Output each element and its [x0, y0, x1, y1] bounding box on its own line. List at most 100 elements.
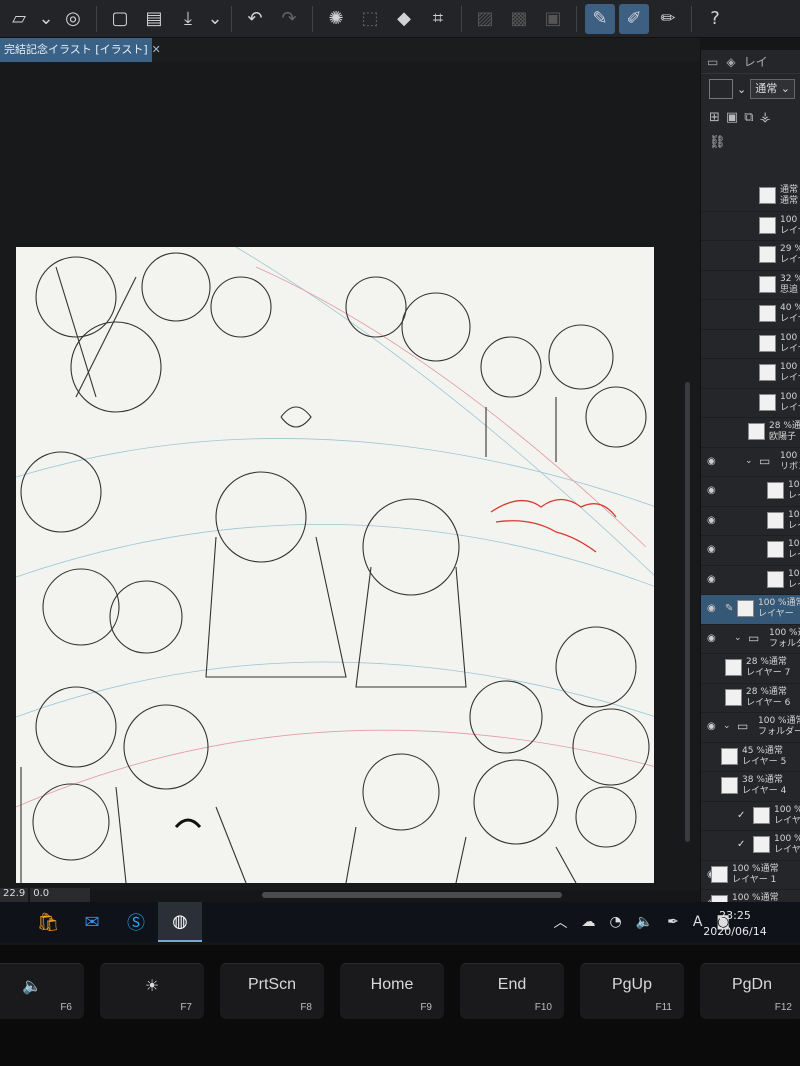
vertical-scrollbar[interactable] [685, 382, 690, 842]
layer-thumbnail[interactable] [737, 600, 754, 617]
visibility-eye-icon[interactable]: ◉ [707, 633, 716, 644]
layer-row[interactable]: ✓ 100 %通常レイヤー [701, 802, 800, 831]
layer-row[interactable]: 28 %通常 レイヤー 6 [701, 684, 800, 713]
key-f6[interactable]: 🔈 F6 [0, 963, 84, 1019]
document-tab[interactable]: 完結記念イラスト [イラスト] ✕ [0, 38, 161, 62]
border-icon[interactable]: ▣ [538, 4, 568, 34]
layer-thumbnail[interactable] [767, 541, 784, 558]
layer-thumbnail[interactable] [721, 747, 738, 765]
key-f8[interactable]: PrtScn F8 [220, 963, 324, 1019]
zoom-readout[interactable]: 22.9 [0, 888, 29, 902]
clip-studio-icon[interactable]: ◍ [158, 902, 202, 942]
brush-tool-icon[interactable]: ✐ [619, 3, 649, 34]
canvas-area[interactable] [0, 62, 700, 890]
new-folder-icon[interactable]: ▣ [726, 110, 738, 129]
layer-row[interactable]: 28 %通常欧陽子 [701, 418, 800, 448]
layer-row[interactable]: ✓ 100 %通常レイヤー [701, 831, 800, 861]
layer-row[interactable]: ◉ 100 %通常レイヤー [701, 477, 800, 507]
layers-icon[interactable]: ◈ [726, 55, 735, 69]
chevron-up-icon[interactable]: ︿ [553, 912, 567, 932]
layer-row[interactable]: 45 %通常 レイヤー 5 [701, 743, 800, 772]
fill-icon[interactable]: ◆ [389, 4, 419, 34]
wifi-icon[interactable]: ◔ [609, 914, 621, 930]
layer-row[interactable]: 28 %通常 レイヤー 7 [701, 654, 800, 684]
layer-row[interactable]: ◉ 100 %通常レイヤー [701, 507, 800, 536]
volume-icon[interactable]: 🔈 [636, 914, 653, 930]
invert-icon[interactable]: ▩ [504, 4, 534, 34]
blend-mode-select[interactable]: 通常 ⌄ [750, 79, 795, 99]
clock[interactable]: 23:25 2020/06/14 [700, 908, 770, 940]
layer-row[interactable]: 100 %通常レイヤー [701, 330, 800, 359]
layer-folder-row[interactable]: ◉ ⌄ ▭ 100 %通常フォルダー [701, 713, 800, 743]
layer-thumbnail[interactable] [711, 865, 728, 883]
lock-icon[interactable]: ⛓ [709, 135, 726, 154]
clip-studio-icon[interactable]: ◎ [58, 4, 88, 34]
layer-thumbnail[interactable] [759, 187, 776, 204]
chevron-down-icon[interactable]: ⌄ [723, 721, 731, 731]
layer-row[interactable]: ◉ ✎ 100 %通常 レイヤー [701, 595, 800, 625]
layer-row[interactable]: 38 %通常 レイヤー 4 [701, 772, 800, 802]
open-folder-icon[interactable]: ▤ [139, 4, 169, 34]
layer-thumbnail[interactable] [759, 275, 776, 293]
new-layer-icon[interactable]: ⊞ [709, 110, 720, 129]
visibility-eye-icon[interactable]: ◉ [707, 721, 716, 732]
layer-row[interactable]: ◉100 %通常レイヤー 317 [701, 890, 800, 902]
layer-thumbnail[interactable] [759, 334, 776, 352]
visibility-eye-icon[interactable]: ◉ [707, 603, 716, 614]
key-f7[interactable]: ☀ F7 [100, 963, 204, 1019]
new-canvas-icon[interactable]: ▱ [4, 4, 34, 34]
rotation-readout[interactable]: 0.0 [30, 888, 91, 902]
layer-thumbnail[interactable] [767, 482, 784, 499]
layer-row[interactable]: 100 %通常レイヤー [701, 212, 800, 241]
mail-icon[interactable]: ✉ [70, 902, 114, 942]
visibility-eye-icon[interactable]: ◉ [707, 456, 716, 467]
layer-row[interactable]: 100 %通常レイヤー [701, 359, 800, 389]
check-icon[interactable]: ✓ [737, 839, 745, 850]
key-f12[interactable]: PgDn F12 [700, 963, 800, 1019]
transform-icon[interactable]: ⌗ [423, 4, 453, 34]
layer-thumbnail[interactable] [725, 659, 742, 676]
visibility-eye-icon[interactable]: ◉ [707, 485, 716, 496]
visibility-eye-icon[interactable]: ◉ [707, 574, 716, 585]
pen-tool-icon[interactable]: ✎ [585, 3, 615, 34]
layer-thumbnail[interactable] [759, 246, 776, 263]
chevron-down-icon[interactable]: ⌄ [734, 633, 742, 643]
layer-thumbnail[interactable] [759, 305, 776, 322]
layer-row[interactable]: 100 %通常レイヤー [701, 389, 800, 418]
merge-icon[interactable]: ⚶ [760, 110, 771, 129]
layer-thumbnail[interactable] [767, 511, 784, 529]
visibility-eye-icon[interactable]: ◉ [707, 544, 716, 555]
chevron-down-icon[interactable]: ⌄ [38, 4, 54, 34]
layer-row[interactable]: 29 %通常レイヤー [701, 241, 800, 271]
help-icon[interactable]: ? [700, 4, 730, 34]
visibility-eye-icon[interactable]: ◉ [707, 515, 716, 526]
layer-row[interactable]: ◉ 100 %通常レイヤー [701, 566, 800, 595]
check-icon[interactable]: ✓ [737, 810, 745, 821]
key-f9[interactable]: Home F9 [340, 963, 444, 1019]
layer-thumbnail[interactable] [767, 570, 784, 588]
layer-thumbnail[interactable] [759, 393, 776, 411]
layer-thumbnail[interactable] [759, 216, 776, 234]
save-icon[interactable]: ⤓ [173, 4, 203, 34]
spinner-icon[interactable]: ✺ [321, 4, 351, 34]
selection-icon[interactable]: ⬚ [355, 4, 385, 34]
onedrive-icon[interactable]: ☁ [581, 914, 595, 930]
copy-layer-icon[interactable]: ⧉ [744, 110, 753, 129]
layer-row[interactable]: 32 %通常思追 [701, 271, 800, 300]
close-icon[interactable]: ✕ [152, 43, 161, 56]
drawing-canvas[interactable] [16, 247, 654, 883]
clear-outside-icon[interactable]: ▨ [470, 4, 500, 34]
layer-thumbnail[interactable] [748, 423, 765, 440]
key-f10[interactable]: End F10 [460, 963, 564, 1019]
microsoft-store-icon[interactable]: 🛍 [26, 902, 70, 942]
layer-row[interactable]: 40 %通常レイヤー [701, 300, 800, 330]
layer-thumbnail[interactable] [725, 688, 742, 706]
layer-tab-label[interactable]: レイ [744, 53, 768, 70]
layer-thumbnail[interactable] [711, 895, 728, 902]
layer-row[interactable]: ◉100 %通常レイヤー 1 [701, 861, 800, 890]
layer-folder-row[interactable]: ◉ ⌄ ▭ 100 %通常フォルダー [701, 625, 800, 654]
chevron-down-icon[interactable]: ⌄ [737, 83, 746, 96]
chevron-down-icon[interactable]: ⌄ [207, 4, 223, 34]
layer-thumbnail[interactable] [759, 364, 776, 381]
key-f11[interactable]: PgUp F11 [580, 963, 684, 1019]
